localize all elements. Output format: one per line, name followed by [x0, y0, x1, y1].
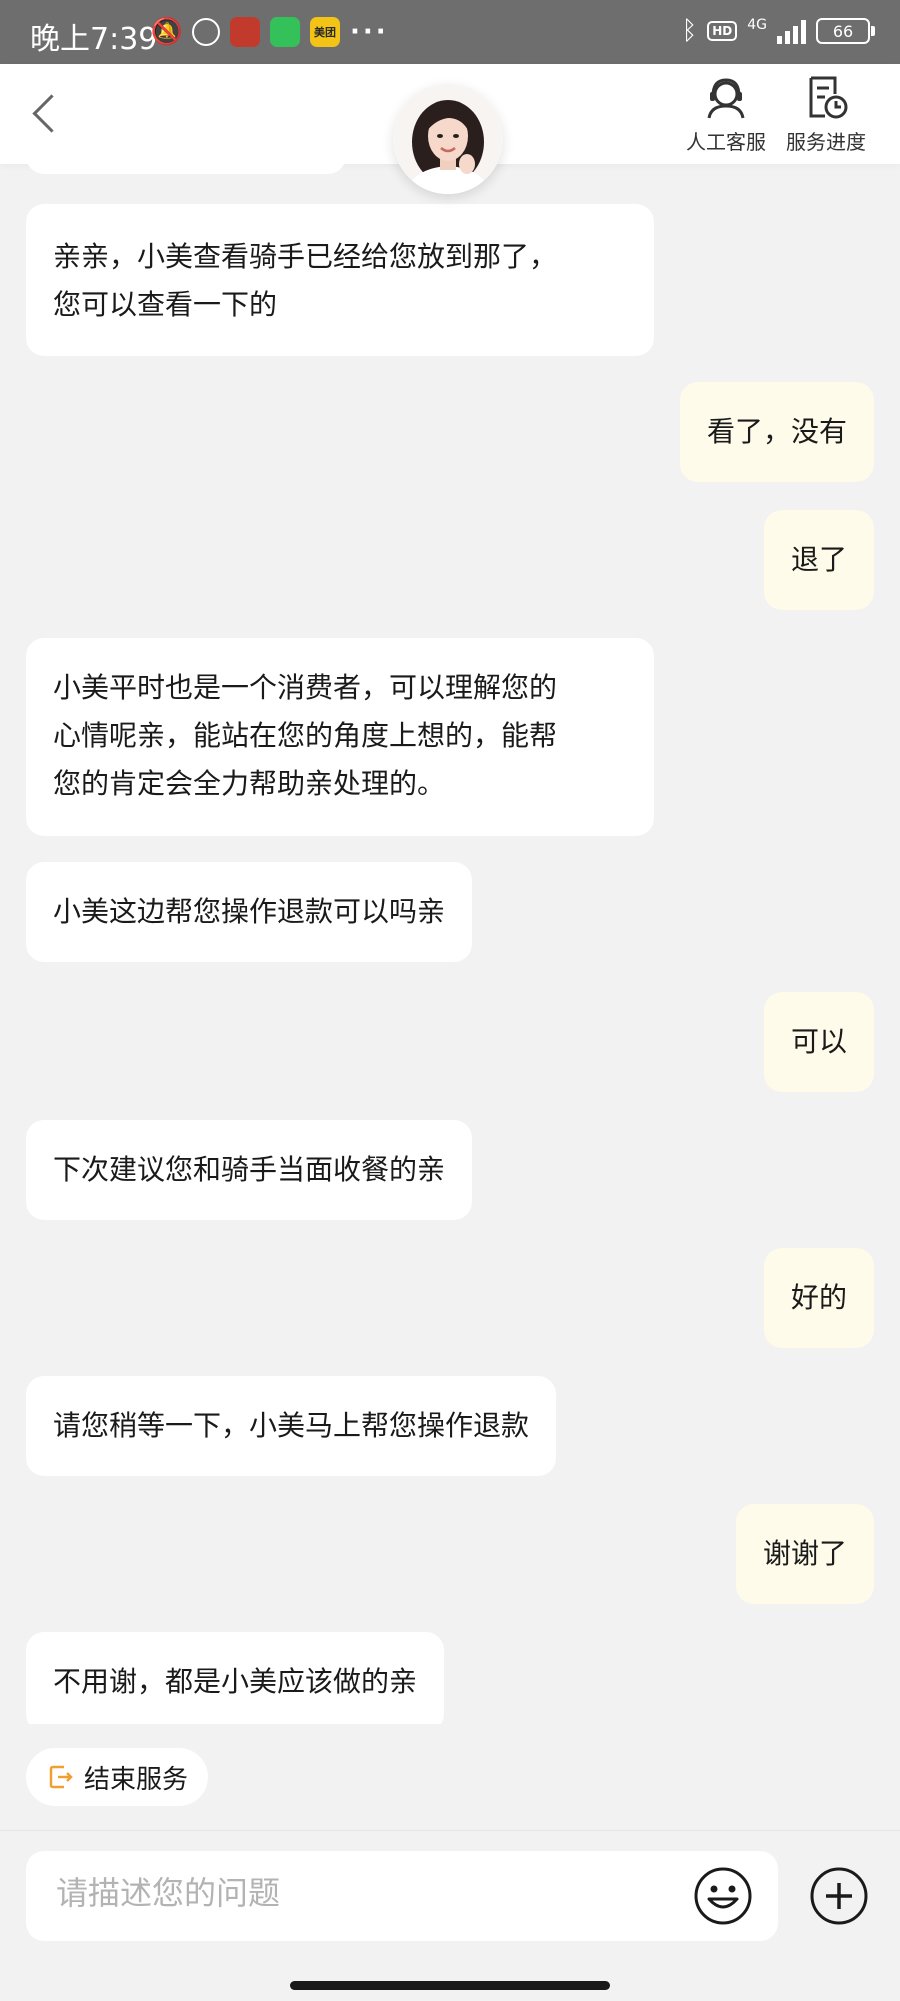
network-type: 4G [747, 17, 767, 33]
agent-avatar-image [393, 84, 503, 194]
alarm-icon [192, 18, 220, 46]
emoji-icon[interactable] [692, 1865, 754, 1927]
message-user: 看了，没有 [679, 382, 874, 482]
plus-circle-icon[interactable] [808, 1865, 870, 1927]
message-user: 可以 [763, 992, 874, 1092]
message-agent: 请您稍等一下，小美马上帮您操作退款 [26, 1376, 557, 1476]
hd-voice-icon: HD [707, 21, 738, 41]
chat-messages: 亲亲，小美查看骑手已经给您放到那了， 您可以查看一下的 看了，没有 退了 小美平… [0, 164, 900, 1724]
message-bubble-partial [26, 164, 346, 174]
message-input-box[interactable] [26, 1851, 778, 1941]
battery-level: 66 [832, 21, 854, 41]
message-user: 好的 [763, 1248, 874, 1348]
signal-icon [777, 18, 806, 44]
meituan-icon: 美团 [310, 17, 340, 47]
mute-bell-icon: 🔕 [150, 17, 184, 47]
status-time: 晚上7:39 [30, 22, 158, 57]
headset-icon [707, 78, 745, 119]
music-app-icon [230, 17, 260, 47]
message-agent: 小美这边帮您操作退款可以吗亲 [26, 862, 473, 962]
notification-icons: 🔕 美团 ··· [150, 16, 389, 48]
status-bar: 晚上7:39 🔕 美团 ··· ᛒ HD 4G 66 [0, 0, 900, 64]
service-progress-button[interactable]: 服务进度 [776, 76, 876, 155]
home-indicator[interactable] [290, 1981, 610, 1990]
message-agent: 下次建议您和骑手当面收餐的亲 [26, 1120, 473, 1220]
human-service-label: 人工客服 [686, 130, 766, 154]
message-user: 退了 [763, 510, 874, 610]
end-service-label: 结束服务 [84, 1764, 189, 1795]
back-button[interactable] [28, 92, 68, 132]
human-service-button[interactable]: 人工客服 [676, 76, 776, 155]
message-agent: 小美平时也是一个消费者，可以理解您的 心情呢亲，能站在您的角度上想的，能帮 您的… [26, 638, 654, 836]
agent-avatar [393, 84, 503, 194]
input-bar [0, 1830, 900, 2001]
wechat-icon [270, 17, 300, 47]
bluetooth-icon: ᛒ [681, 16, 698, 46]
end-service-button[interactable]: 结束服务 [26, 1748, 209, 1806]
progress-document-icon [809, 76, 848, 119]
more-notifications-icon: ··· [350, 17, 389, 47]
message-agent: 亲亲，小美查看骑手已经给您放到那了， 您可以查看一下的 [26, 204, 654, 356]
message-input[interactable] [54, 1873, 658, 1913]
system-icons: ᛒ HD 4G 66 [681, 16, 875, 46]
message-agent: 不用谢，都是小美应该做的亲 [26, 1632, 445, 1724]
battery-icon: 66 [816, 18, 875, 44]
exit-icon [49, 1765, 73, 1789]
message-user: 谢谢了 [735, 1504, 874, 1604]
service-progress-label: 服务进度 [786, 130, 866, 154]
